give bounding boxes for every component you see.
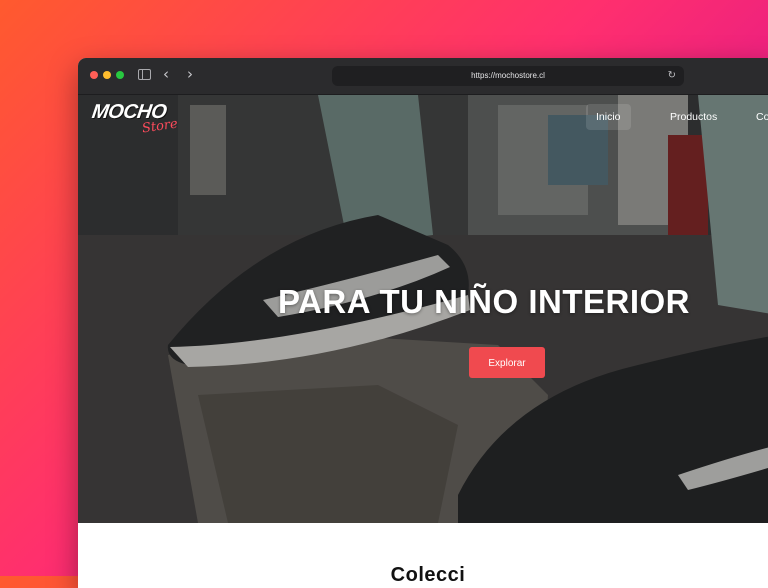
- hero-title: PARA TU NIÑO INTERIOR: [278, 283, 690, 320]
- back-arrow-icon[interactable]: ‹: [163, 66, 169, 82]
- explore-button[interactable]: Explorar: [469, 347, 545, 378]
- mocho-store-logo[interactable]: MOCHO Store: [91, 101, 179, 141]
- nav-productos[interactable]: Productos: [670, 111, 717, 123]
- hero-section: MOCHO Store Inicio Productos Co PARA TU …: [78, 95, 768, 523]
- address-bar-url: https://mochostore.cl: [471, 71, 545, 80]
- nav-contacto[interactable]: Co: [756, 111, 768, 123]
- nav-inicio[interactable]: Inicio: [586, 104, 631, 130]
- minimize-window-button[interactable]: [103, 71, 111, 79]
- maximize-window-button[interactable]: [116, 71, 124, 79]
- close-window-button[interactable]: [90, 71, 98, 79]
- forward-arrow-icon[interactable]: ›: [187, 66, 193, 82]
- reload-icon[interactable]: ↻: [668, 66, 676, 86]
- browser-titlebar: ‹ › https://mochostore.cl ↻: [78, 58, 768, 95]
- sidebar-toggle-icon[interactable]: [138, 69, 151, 80]
- browser-window: ‹ › https://mochostore.cl ↻ MOCHO Store …: [78, 58, 768, 588]
- address-bar[interactable]: https://mochostore.cl ↻: [332, 66, 684, 86]
